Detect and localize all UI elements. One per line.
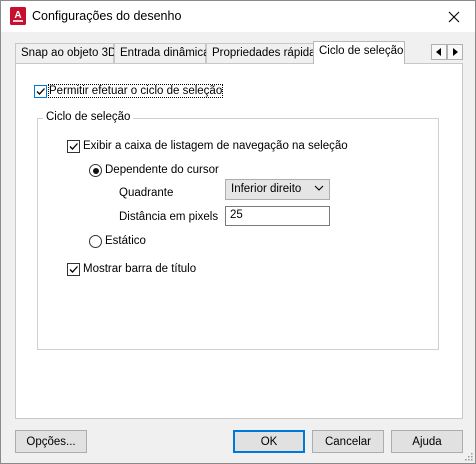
arrow-right-icon — [453, 48, 458, 56]
show-titlebar-label[interactable]: Mostrar barra de título — [83, 263, 196, 275]
tab-label: Propriedades rápidas — [212, 47, 322, 59]
cursor-dependent-label[interactable]: Dependente do cursor — [105, 164, 219, 176]
selection-cycling-groupbox — [37, 118, 439, 350]
close-icon — [448, 11, 460, 22]
chevron-down-icon — [314, 185, 324, 191]
distance-value: 25 — [230, 209, 243, 221]
arrow-left-icon — [436, 48, 441, 56]
checkmark-icon — [69, 266, 78, 273]
distance-label: Distância em pixels — [119, 211, 219, 223]
resize-grip-icon[interactable] — [463, 451, 473, 461]
tab-snap-3d[interactable]: Snap ao objeto 3D — [15, 43, 117, 63]
autocad-app-icon: A — [10, 7, 26, 25]
title-bar[interactable]: A Configurações do desenho — [1, 1, 475, 32]
tab-label: Snap ao objeto 3D — [21, 47, 117, 59]
checkmark-icon — [69, 143, 78, 150]
options-button-label: Opções... — [26, 435, 76, 448]
tab-dynamic-input[interactable]: Entrada dinâmica — [114, 43, 210, 63]
quadrant-label: Quadrante — [119, 187, 174, 199]
window-title: Configurações do desenho — [32, 9, 182, 23]
cancel-button-label: Cancelar — [324, 435, 372, 448]
tab-scroll-right-button[interactable] — [447, 44, 463, 60]
close-button[interactable] — [433, 1, 475, 32]
quadrant-selected-value: Inferior direito — [231, 183, 302, 195]
show-listbox-checkbox[interactable] — [67, 140, 80, 153]
tab-selection-cycling[interactable]: Ciclo de seleção — [313, 41, 405, 64]
ok-button[interactable]: OK — [233, 430, 305, 453]
radio-selected-dot — [92, 167, 99, 174]
tab-scroll-left-button[interactable] — [431, 44, 447, 60]
allow-cycling-label[interactable]: Permitir efetuar o ciclo de seleção — [47, 84, 224, 98]
cursor-dependent-radio[interactable] — [89, 164, 102, 177]
checkmark-icon — [36, 88, 45, 95]
allow-cycling-checkbox[interactable] — [34, 85, 47, 98]
show-listbox-label[interactable]: Exibir a caixa de listagem de navegação … — [83, 140, 348, 152]
groupbox-title: Ciclo de seleção — [43, 111, 134, 123]
quadrant-select[interactable]: Inferior direito — [225, 179, 330, 200]
static-radio[interactable] — [89, 235, 102, 248]
distance-input[interactable]: 25 — [225, 206, 330, 226]
tab-quick-properties[interactable]: Propriedades rápidas — [206, 43, 321, 63]
show-titlebar-checkbox[interactable] — [67, 263, 80, 276]
tab-label: Entrada dinâmica — [120, 47, 210, 59]
tab-label: Ciclo de seleção — [319, 45, 404, 57]
options-button[interactable]: Opções... — [15, 430, 87, 453]
help-button-label: Ajuda — [412, 435, 442, 448]
static-label[interactable]: Estático — [105, 235, 146, 247]
ok-button-label: OK — [260, 435, 278, 448]
drawing-settings-dialog: A Configurações do desenho Snap ao objet… — [0, 0, 476, 464]
help-button[interactable]: Ajuda — [391, 430, 463, 453]
svg-text:A: A — [14, 10, 21, 21]
cancel-button[interactable]: Cancelar — [312, 430, 384, 453]
